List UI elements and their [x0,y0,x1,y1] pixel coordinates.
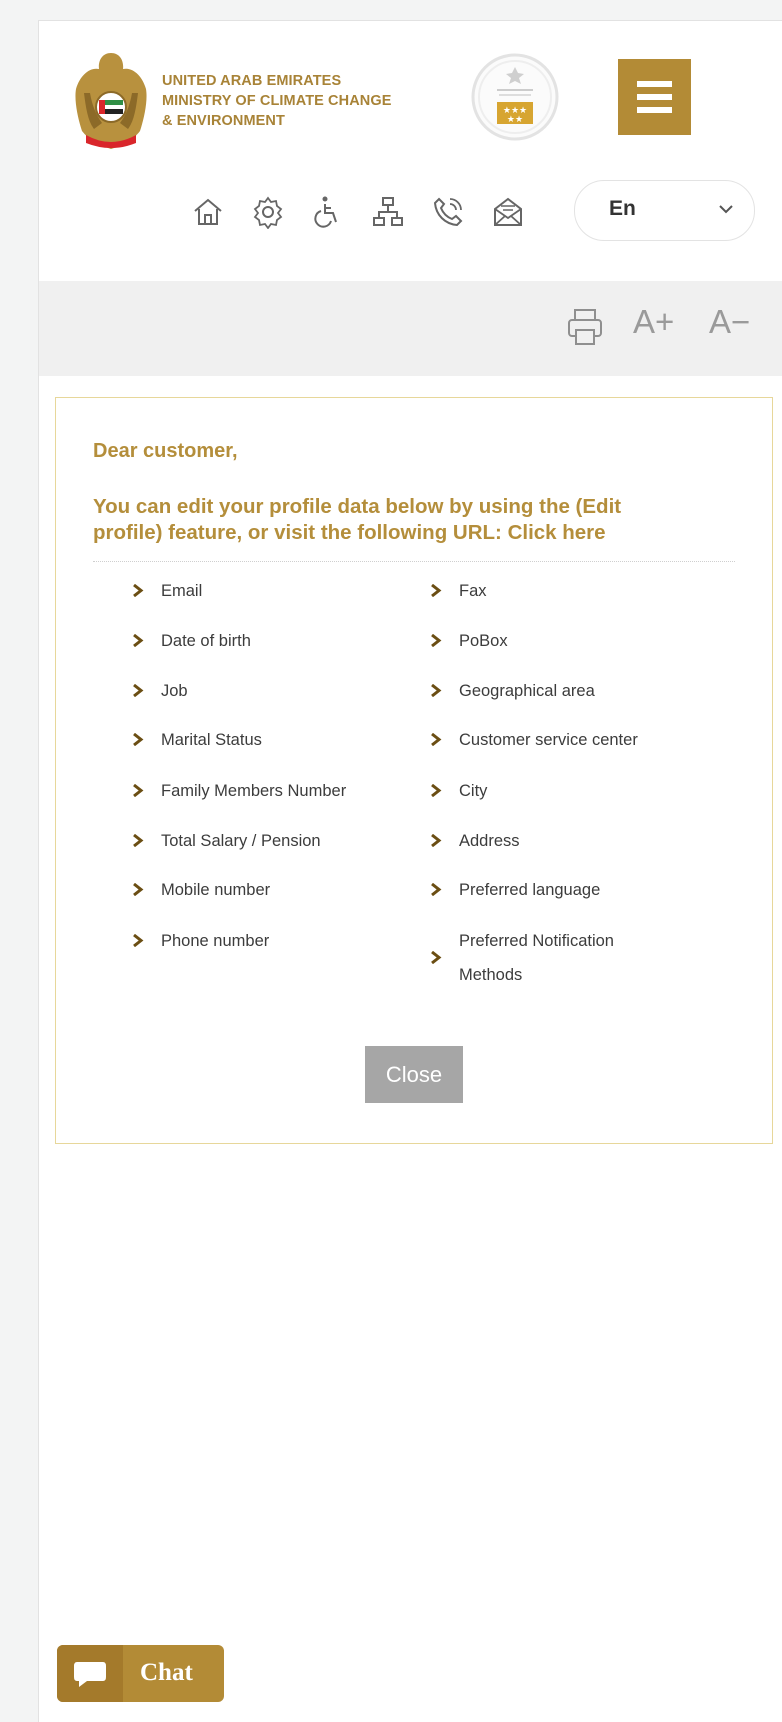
chevron-right-icon [431,784,442,797]
item-label: Customer service center [459,731,638,749]
close-button[interactable]: Close [365,1046,463,1103]
ministry-line-2: MINISTRY OF CLIMATE CHANGE [162,93,392,109]
hamburger-bar [637,94,672,100]
decrease-font-button[interactable]: A− [709,303,750,341]
list-item: Customer service center [429,723,638,757]
chevron-right-icon [133,733,144,746]
chevron-right-icon [431,883,442,896]
chat-label: Chat [140,1659,193,1686]
chevron-right-icon [133,684,144,697]
item-label: Job [161,682,188,700]
item-label: Marital Status [161,731,262,749]
chevron-right-icon [133,584,144,597]
list-item: Geographical area [429,674,595,708]
list-item: Email [131,574,202,608]
chevron-right-icon [133,784,144,797]
list-item: Preferred language [429,873,600,907]
chevron-right-icon [431,834,442,847]
list-item: PoBox [429,624,508,658]
language-select[interactable]: En [574,180,755,241]
intro-text: You can edit your profile data below by … [93,495,622,544]
ministry-line-3: & ENVIRONMENT [162,113,285,129]
item-label: City [459,782,488,800]
item-label: Fax [459,582,487,600]
item-label: PoBox [459,632,508,650]
list-item: Mobile number [131,873,270,907]
divider [93,561,735,562]
chevron-right-icon [431,684,442,697]
item-label: Geographical area [459,682,595,700]
item-label: Email [161,582,203,600]
list-item: Phone number [131,924,269,958]
phone-icon[interactable] [431,195,465,229]
language-value: En [609,197,636,220]
chevron-right-icon [133,883,144,896]
profile-notice-dialog: Dear customer, You can edit your profile… [55,397,773,1144]
list-item: Total Salary / Pension [131,824,321,858]
item-label: Total Salary / Pension [161,832,321,850]
sitemap-icon[interactable] [371,195,405,229]
hamburger-menu-icon [637,81,672,87]
home-icon[interactable] [191,195,225,229]
uae-emblem-logo [75,53,147,149]
item-label: Date of birth [161,632,251,650]
chevron-right-icon [431,951,442,964]
hamburger-bar [637,107,672,113]
accessibility-icon[interactable] [311,195,345,229]
chevron-right-icon [133,634,144,647]
page: UNITED ARAB EMIRATES MINISTRY OF CLIMATE… [38,20,782,1722]
chevron-right-icon [431,634,442,647]
item-label: Preferred Notification Methods [459,932,614,984]
chevron-right-icon [133,834,144,847]
chevron-right-icon [431,733,442,746]
list-item: Job [131,674,188,708]
list-item: Marital Status [131,723,262,757]
item-label: Preferred language [459,881,601,899]
list-item: Address [429,824,520,858]
ministry-name: UNITED ARAB EMIRATES MINISTRY OF CLIMATE… [162,71,392,131]
item-label: Phone number [161,932,270,950]
svg-text:★★: ★★ [507,115,523,125]
item-label: Family Members Number [161,782,347,800]
chevron-right-icon [431,584,442,597]
list-item: City [429,774,487,808]
list-item: Fax [429,574,487,608]
list-item: Preferred Notification Methods [429,924,659,992]
settings-icon[interactable] [251,195,285,229]
list-item: Family Members Number [131,774,346,808]
chevron-down-icon [719,205,733,214]
menu-button[interactable] [618,59,691,135]
chat-icon-area [57,1645,123,1702]
item-label: Address [459,832,520,850]
ministry-line-1: UNITED ARAB EMIRATES [162,73,342,89]
chevron-right-icon [133,934,144,947]
excellence-badge-logo: ★★★ ★★ [471,53,559,141]
increase-font-button[interactable]: A+ [633,303,674,341]
item-label: Mobile number [161,881,271,899]
chat-button[interactable]: Chat [57,1645,224,1702]
list-item: Date of birth [131,624,251,658]
print-icon[interactable] [565,306,605,348]
chat-bubble-icon [74,1662,106,1687]
page-tools-bar: A+ A− [39,281,782,376]
greeting-text: Dear customer, [93,440,238,462]
mail-icon[interactable] [491,195,525,229]
